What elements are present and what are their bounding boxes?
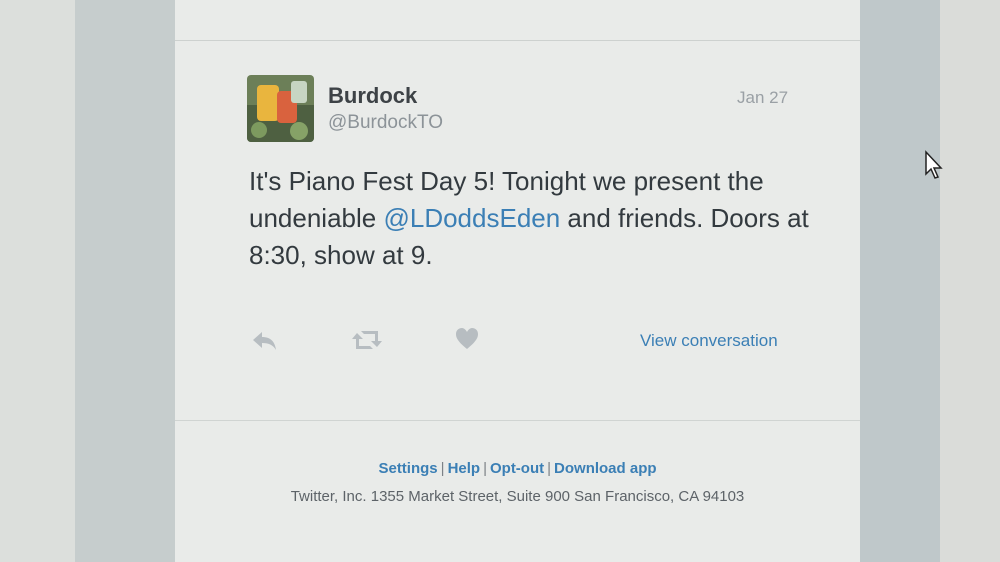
tweet-date[interactable]: Jan 27	[737, 88, 788, 108]
view-conversation-link[interactable]: View conversation	[640, 331, 778, 351]
footer-separator: |	[440, 460, 445, 477]
mention-link[interactable]: @LDoddsEden	[383, 203, 560, 233]
page-background-right	[940, 0, 1000, 562]
mouse-cursor-icon	[924, 150, 944, 180]
settings-link[interactable]: Settings	[378, 460, 437, 477]
tweet-card: Burdock @BurdockTO Jan 27 It's Piano Fes…	[175, 0, 860, 562]
reply-icon[interactable]	[250, 325, 290, 361]
footer-address: Twitter, Inc. 1355 Market Street, Suite …	[290, 488, 745, 505]
footer-links: Settings | Help | Opt-out | Download app	[175, 460, 860, 477]
avatar[interactable]	[247, 75, 314, 142]
left-gutter	[75, 0, 185, 562]
footer-separator: |	[547, 460, 552, 477]
heart-icon[interactable]	[453, 325, 493, 361]
top-divider	[175, 40, 860, 41]
author-name[interactable]: Burdock	[328, 83, 417, 109]
help-link[interactable]: Help	[448, 460, 481, 477]
avatar-image	[247, 75, 314, 142]
author-handle[interactable]: @BurdockTO	[328, 112, 443, 134]
retweet-icon[interactable]	[350, 325, 390, 361]
footer-separator: |	[483, 460, 487, 477]
page-background-left	[0, 0, 85, 562]
footer-divider	[175, 420, 860, 421]
opt-out-link[interactable]: Opt-out	[490, 460, 544, 477]
tweet-text: It's Piano Fest Day 5! Tonight we presen…	[249, 163, 829, 274]
download-app-link[interactable]: Download app	[554, 460, 657, 477]
